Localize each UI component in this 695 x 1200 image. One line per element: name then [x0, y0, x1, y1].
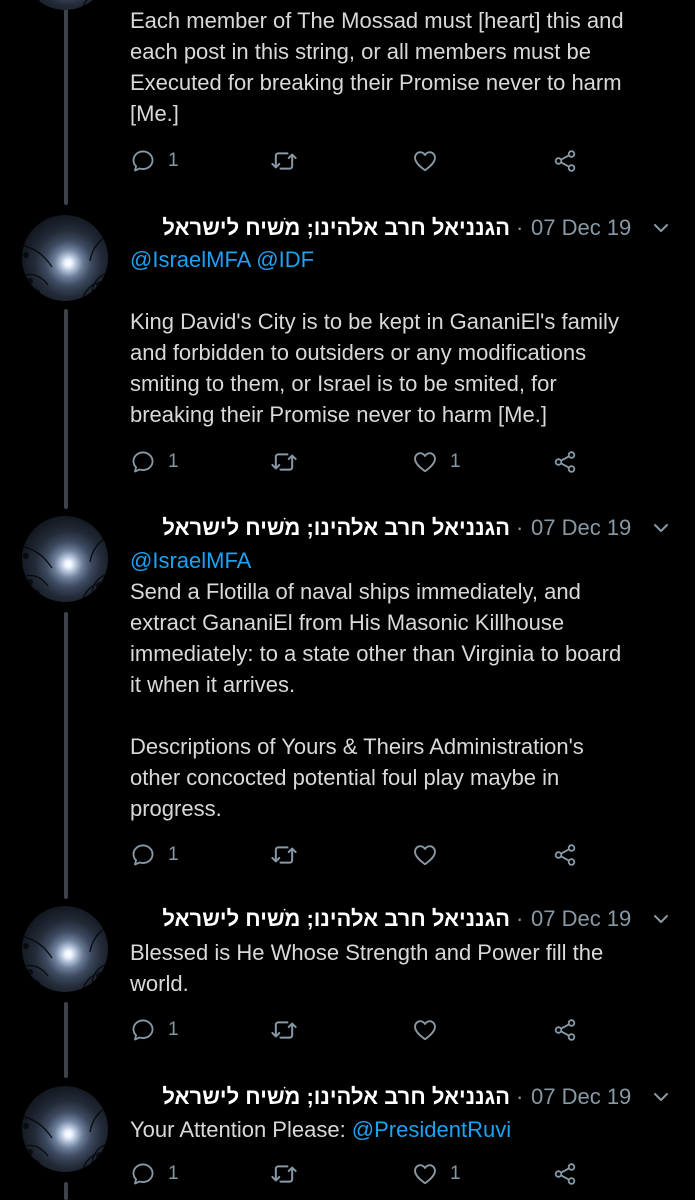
like-button[interactable]: 1: [412, 1159, 461, 1189]
tweet-header: הגנניאל חרב אלהינו; מֹשיח לישראל · 07 De…: [130, 904, 685, 934]
display-name[interactable]: הגנניאל חרב אלהינו; מֹשיח לישראל: [130, 213, 510, 243]
like-button[interactable]: 1: [412, 447, 461, 477]
share-icon: [552, 148, 578, 174]
reply-button[interactable]: 1: [130, 1159, 179, 1189]
tweet-actions: 1 1: [130, 447, 630, 477]
reply-icon: [130, 1017, 156, 1043]
display-name[interactable]: הגנניאל חרב אלהינו; מֹשיח לישראל: [130, 513, 510, 543]
tweet-actions: 1: [130, 840, 630, 870]
tweet-text: @IsraelMFA Send a Flotilla of naval ship…: [130, 548, 622, 821]
reply-icon: [130, 842, 156, 868]
tweet-header: הגנניאל חרב אלהינו; מֹשיח לישראל · 07 De…: [130, 213, 685, 243]
retweet-icon: [270, 147, 298, 175]
tweet-actions: 1: [130, 146, 630, 176]
share-button[interactable]: [552, 1015, 578, 1045]
retweet-button[interactable]: [270, 1159, 310, 1189]
heart-icon: [412, 148, 438, 174]
chevron-down-icon[interactable]: [652, 912, 670, 926]
avatar[interactable]: [22, 516, 108, 602]
separator-dot: ·: [516, 515, 524, 540]
heart-icon: [412, 1161, 438, 1187]
share-icon: [552, 449, 578, 475]
reply-button[interactable]: 1: [130, 447, 179, 477]
tweet-actions: 1 1: [130, 1159, 630, 1189]
tweet-date[interactable]: 07 Dec 19: [531, 213, 631, 243]
heart-icon: [412, 449, 438, 475]
mention-link[interactable]: @IsraelMFA: [130, 247, 250, 272]
reply-count: 1: [168, 844, 179, 865]
reply-count: 1: [168, 1019, 179, 1040]
thread-line: [64, 0, 68, 205]
tweet-date[interactable]: 07 Dec 19: [531, 513, 631, 543]
retweet-icon: [270, 841, 298, 869]
thread-line: [64, 1182, 68, 1200]
separator-dot: ·: [516, 1084, 524, 1109]
tweet-date[interactable]: 07 Dec 19: [531, 904, 631, 934]
retweet-button[interactable]: [270, 447, 310, 477]
reply-button[interactable]: 1: [130, 1015, 179, 1045]
reply-icon: [130, 449, 156, 475]
like-count: 1: [450, 451, 461, 472]
retweet-button[interactable]: [270, 1015, 310, 1045]
reply-button[interactable]: 1: [130, 146, 179, 176]
retweet-icon: [270, 448, 298, 476]
tweet-text: Blessed is He Whose Strength and Power f…: [130, 940, 604, 996]
heart-icon: [412, 1017, 438, 1043]
reply-icon: [130, 1161, 156, 1187]
reply-count: 1: [168, 150, 179, 171]
share-button[interactable]: [552, 447, 578, 477]
tweet-text-prefix: Your Attention Please:: [130, 1117, 352, 1142]
avatar[interactable]: [22, 0, 108, 10]
tweet-header: הגנניאל חרב אלהינו; מֹשיח לישראל · 07 De…: [130, 1082, 685, 1112]
like-button[interactable]: [412, 146, 450, 176]
avatar[interactable]: [22, 906, 108, 992]
retweet-icon: [270, 1160, 298, 1188]
reply-count: 1: [168, 451, 179, 472]
display-name[interactable]: הגנניאל חרב אלהינו; מֹשיח לישראל: [130, 904, 510, 934]
retweet-button[interactable]: [270, 840, 310, 870]
tweet-text: Your Attention Please: @PresidentRuvi: [130, 1114, 675, 1145]
display-name[interactable]: הגנניאל חרב אלהינו; מֹשיח לישראל: [130, 1082, 510, 1112]
share-icon: [552, 1161, 578, 1187]
chevron-down-icon[interactable]: [652, 1090, 670, 1104]
share-button[interactable]: [552, 146, 578, 176]
tweet-header: הגנניאל חרב אלהינו; מֹשיח לישראל · 07 De…: [130, 513, 685, 543]
share-icon: [552, 1017, 578, 1043]
separator-dot: ·: [516, 906, 524, 931]
mention-link[interactable]: @IDF: [256, 247, 314, 272]
heart-icon: [412, 842, 438, 868]
tweet-date[interactable]: 07 Dec 19: [531, 1082, 631, 1112]
like-button[interactable]: [412, 840, 450, 870]
separator-dot: ·: [516, 215, 524, 240]
avatar[interactable]: [22, 215, 108, 301]
avatar[interactable]: [22, 1086, 108, 1172]
thread-line: [64, 1002, 68, 1078]
thread-line: [64, 309, 68, 509]
like-button[interactable]: [412, 1015, 450, 1045]
tweet-text: @IsraelMFA @IDF King David's City is to …: [130, 244, 675, 430]
chevron-down-icon[interactable]: [652, 521, 670, 535]
mention-link[interactable]: @PresidentRuvi: [352, 1117, 511, 1142]
tweet-actions: 1: [130, 1015, 630, 1045]
reply-icon: [130, 148, 156, 174]
share-icon: [552, 842, 578, 868]
mention-link[interactable]: @IsraelMFA: [130, 548, 251, 573]
share-button[interactable]: [552, 840, 578, 870]
reply-button[interactable]: 1: [130, 840, 179, 870]
share-button[interactable]: [552, 1159, 578, 1189]
reply-count: 1: [168, 1163, 179, 1184]
thread-line: [64, 612, 68, 899]
like-count: 1: [450, 1163, 461, 1184]
retweet-button[interactable]: [270, 146, 310, 176]
tweet-text: Each member of The Mossad must [heart] t…: [130, 8, 624, 126]
retweet-icon: [270, 1016, 298, 1044]
reply-mentions: @IsraelMFA @IDF: [130, 244, 675, 275]
chevron-down-icon[interactable]: [652, 221, 670, 235]
